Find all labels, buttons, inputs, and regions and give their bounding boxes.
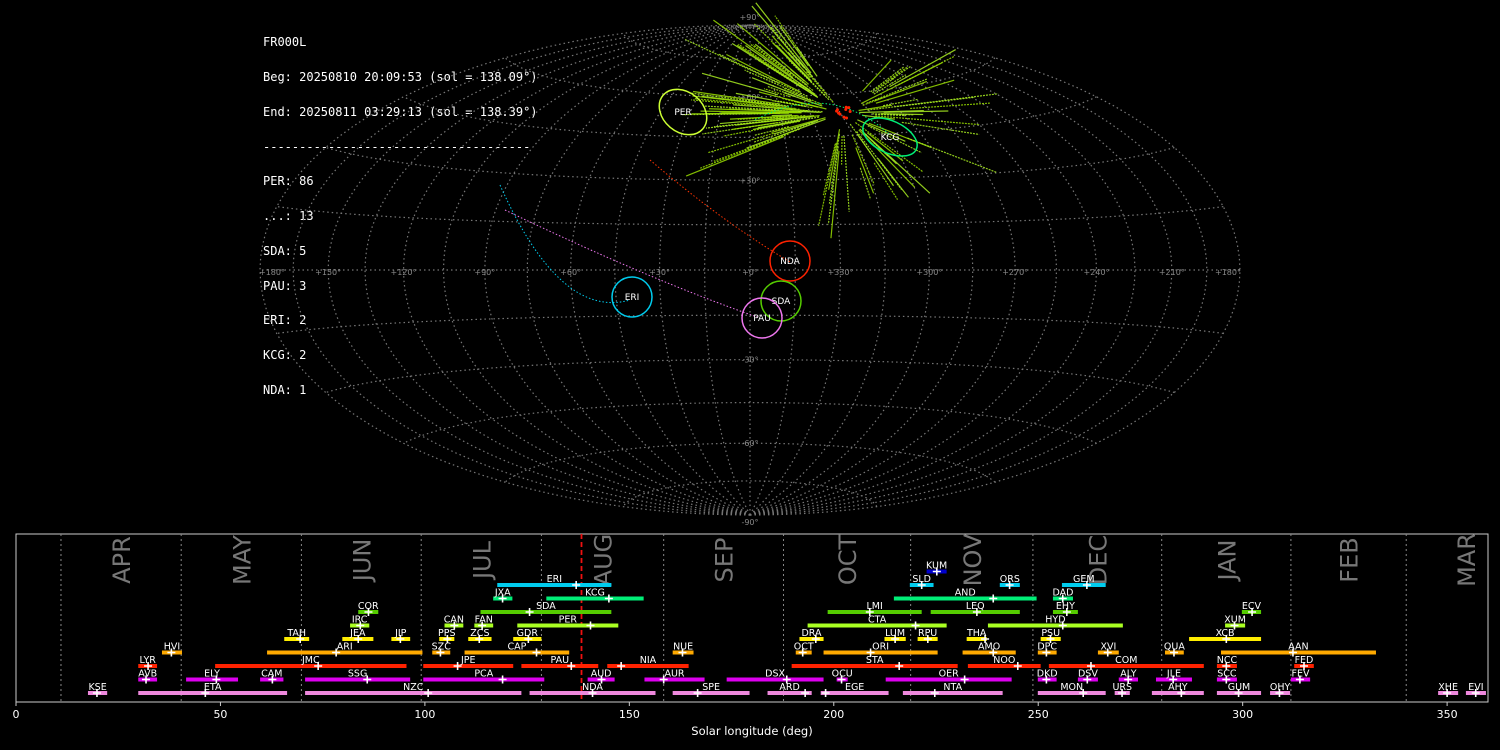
shower-label: ORI xyxy=(872,642,889,653)
month-label: OCT xyxy=(834,535,862,586)
x-tick-label: 100 xyxy=(414,708,435,721)
shower-label: COM xyxy=(1115,655,1137,666)
shower-label: PER xyxy=(559,615,578,626)
shower-label: ARI xyxy=(337,642,353,653)
month-label: APR xyxy=(108,536,136,584)
month-label: JUN xyxy=(348,539,376,584)
shower-label: CTA xyxy=(868,615,887,626)
shower-label: GEM xyxy=(1073,574,1095,585)
shower-label: MON xyxy=(1060,682,1083,693)
month-label: MAR xyxy=(1453,533,1481,587)
shower-label: AHY xyxy=(1168,682,1188,693)
shower-label: AVB xyxy=(138,669,157,680)
shower-label: PCA xyxy=(474,669,493,680)
shower-label: AND xyxy=(955,588,976,599)
shower-label: LEQ xyxy=(966,601,985,612)
shower-label: ERI xyxy=(547,574,562,585)
shower-label: AMO xyxy=(978,642,1000,653)
shower-label: SSG xyxy=(348,669,367,680)
month-label: FEB xyxy=(1336,537,1364,582)
shower-label: JPE xyxy=(460,655,476,666)
shower-label: ARD xyxy=(779,682,799,693)
shower-label: JMC xyxy=(301,655,320,666)
shower-label: AUR xyxy=(664,669,684,680)
shower-label: NTA xyxy=(943,682,962,693)
shower-label: OER xyxy=(939,669,959,680)
x-tick-label: 0 xyxy=(13,708,20,721)
shower-label: PAU xyxy=(551,655,570,666)
x-tick-label: 50 xyxy=(213,708,227,721)
shower-label: XCB xyxy=(1216,628,1235,639)
month-label: AUG xyxy=(590,534,618,587)
shower-label: NOO xyxy=(993,655,1015,666)
shower-label: GDR xyxy=(517,628,539,639)
shower-label: EGE xyxy=(845,682,864,693)
shower-label: NZC xyxy=(403,682,424,693)
shower-label: STA xyxy=(866,655,884,666)
shower-label: SZC xyxy=(432,642,452,653)
shower-label: DSX xyxy=(765,669,785,680)
shower-label: SDA xyxy=(536,601,556,612)
x-tick-label: 150 xyxy=(619,708,640,721)
shower-label: DPC xyxy=(1037,642,1057,653)
x-axis-label: Solar longitude (deg) xyxy=(691,724,812,738)
shower-label: SPE xyxy=(702,682,720,693)
shower-label: KCG xyxy=(585,588,605,599)
shower-timeline-chart: APR MAY JUN JUL AUG SEP OCT NOV DEC JAN FEB MARKSE E… xyxy=(13,533,1489,738)
shower-label: AAN xyxy=(1288,642,1308,653)
shower-label: CAP xyxy=(507,642,526,653)
month-label: JAN xyxy=(1213,539,1241,582)
month-label: JUL xyxy=(468,540,496,581)
month-label: NOV xyxy=(959,533,987,586)
shower-label: THA xyxy=(966,628,987,639)
shower-label: DRA xyxy=(801,628,822,639)
month-label: SEP xyxy=(711,538,739,583)
shower-label: DSV xyxy=(1078,669,1098,680)
shower-label: ETA xyxy=(204,682,222,693)
shower-label: ELY xyxy=(204,669,220,680)
shower-label: OCT xyxy=(794,642,814,653)
x-tick-label: 250 xyxy=(1028,708,1049,721)
x-tick-label: 300 xyxy=(1232,708,1253,721)
shower-label: DKD xyxy=(1037,669,1058,680)
month-label: MAY xyxy=(228,535,256,585)
x-tick-label: 200 xyxy=(823,708,844,721)
shower-label: TAH xyxy=(286,628,306,639)
shower-label: FEV xyxy=(1292,669,1310,680)
shower-label: NIA xyxy=(640,655,657,666)
shower-label: XHE xyxy=(1438,682,1458,693)
shower-label: EHY xyxy=(1056,601,1075,612)
shower-label: FAN xyxy=(475,615,493,626)
x-tick-label: 350 xyxy=(1437,708,1458,721)
